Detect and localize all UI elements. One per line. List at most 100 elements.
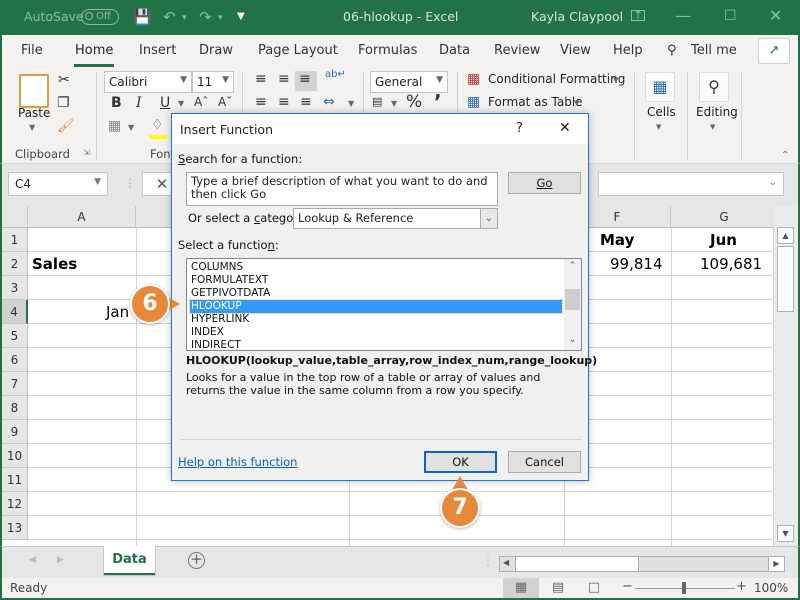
horizontal-scrollbar[interactable]: ◀ — [499, 556, 781, 572]
maximize-icon[interactable]: ☐ — [724, 8, 737, 24]
format-as-table-button[interactable]: Format as Table — [488, 95, 583, 109]
function-list[interactable]: COLUMNS FORMULATEXT GETPIVOTDATA HLOOKUP… — [186, 258, 582, 351]
normal-view-icon[interactable]: ▦ — [503, 578, 539, 598]
decrease-font-icon[interactable]: Aˇ — [218, 95, 232, 109]
row-header-4[interactable]: 4 — [2, 300, 28, 324]
row-header-8[interactable]: 8 — [2, 396, 28, 420]
tab-data[interactable]: Data — [439, 43, 470, 58]
row-header-13[interactable]: 13 — [2, 516, 28, 540]
tab-home[interactable]: Home — [73, 43, 115, 67]
borders-icon[interactable]: ▦ — [108, 118, 121, 134]
conditional-formatting-button[interactable]: Conditional Formatting — [488, 72, 625, 86]
zoom-slider-thumb[interactable] — [682, 582, 686, 594]
tell-me-input[interactable]: Tell me — [691, 43, 737, 58]
cell-f1[interactable]: May — [600, 228, 634, 252]
function-list-item[interactable]: FORMULATEXT — [190, 274, 562, 287]
editing-search-icon[interactable]: ⚲ — [699, 72, 729, 102]
tab-formulas[interactable]: Formulas — [358, 43, 417, 58]
row-header-6[interactable]: 6 — [2, 348, 28, 372]
undo-dropdown-icon[interactable]: ▾ — [182, 13, 187, 23]
align-left-icon[interactable]: ≡ — [255, 94, 267, 110]
function-list-item[interactable]: INDEX — [190, 326, 562, 339]
row-header-5[interactable]: 5 — [2, 324, 28, 348]
select-all-corner[interactable] — [2, 206, 28, 228]
ribbon-display-options-icon[interactable]: ↑ — [631, 9, 645, 21]
tab-page-layout[interactable]: Page Layout — [258, 43, 338, 58]
paste-dropdown-icon[interactable]: ▼ — [29, 123, 35, 132]
close-window-icon[interactable]: ✕ — [769, 6, 782, 25]
save-icon[interactable]: 💾 — [133, 8, 152, 26]
sheet-tab-data[interactable]: Data — [103, 546, 156, 576]
cells-dropdown-icon[interactable]: ▼ — [656, 123, 661, 131]
horizontal-scroll-thumb[interactable] — [515, 557, 639, 571]
function-list-item[interactable]: INDIRECT — [190, 339, 562, 350]
search-icon[interactable]: ⚲ — [667, 43, 677, 58]
bold-button[interactable]: B — [111, 95, 122, 111]
column-header-a[interactable]: A — [28, 206, 136, 228]
cells-icon[interactable]: ▦ — [645, 72, 675, 102]
borders-dropdown-icon[interactable]: ▼ — [128, 123, 134, 132]
name-box[interactable]: C4 ▼ — [8, 172, 108, 196]
row-header-12[interactable]: 12 — [2, 492, 28, 516]
italic-button[interactable]: I — [136, 95, 142, 111]
percent-button[interactable]: % — [406, 92, 422, 112]
merge-dropdown-icon[interactable]: ▼ — [348, 99, 354, 108]
font-name-combo[interactable]: Calibri ▼ — [104, 71, 192, 93]
column-header-b[interactable] — [136, 206, 176, 228]
prev-sheet-icon[interactable]: ◀ — [29, 555, 36, 565]
ok-button[interactable]: OK — [424, 451, 497, 473]
next-sheet-icon[interactable]: ▶ — [57, 555, 64, 565]
align-center-icon[interactable]: ≡ — [278, 94, 290, 110]
scroll-down-icon[interactable]: ▼ — [777, 525, 794, 542]
cell-g1[interactable]: Jun — [710, 228, 737, 252]
format-painter-icon[interactable]: 🖌 — [57, 118, 75, 134]
comma-button[interactable]: ’ — [434, 90, 442, 114]
tab-help[interactable]: Help — [613, 43, 643, 58]
accounting-format-icon[interactable]: ▤ — [372, 95, 382, 108]
redo-dropdown-icon[interactable]: ▾ — [218, 13, 223, 23]
editing-dropdown-icon[interactable]: ▼ — [710, 123, 715, 131]
new-sheet-icon[interactable]: + — [188, 552, 205, 569]
page-layout-view-icon[interactable]: ▤ — [540, 578, 576, 598]
editing-button[interactable]: Editing — [696, 105, 738, 119]
scroll-up-icon[interactable]: ⌃ — [564, 261, 581, 271]
minimize-icon[interactable]: — — [675, 6, 691, 25]
function-list-scroll-thumb[interactable] — [565, 289, 580, 310]
function-list-item[interactable]: COLUMNS — [190, 261, 562, 274]
scroll-down-icon[interactable]: ⌄ — [564, 335, 581, 345]
function-list-item[interactable]: GETPIVOTDATA — [190, 287, 562, 300]
function-list-item-selected[interactable]: HLOOKUP — [189, 299, 563, 314]
tab-file[interactable]: File — [21, 43, 43, 58]
row-header-3[interactable]: 3 — [2, 276, 28, 300]
wrap-text-icon[interactable]: ab↵ — [325, 69, 346, 80]
align-top-icon[interactable]: ≡ — [255, 71, 267, 87]
cell-a2[interactable]: Sales — [32, 252, 77, 276]
align-middle-icon[interactable]: ≡ — [278, 71, 290, 87]
paste-button[interactable]: Paste — [18, 106, 50, 120]
cell-g2[interactable]: 109,681 — [700, 252, 762, 276]
align-right-icon[interactable]: ≡ — [300, 94, 312, 110]
cells-button[interactable]: Cells — [647, 105, 676, 119]
increase-font-icon[interactable]: Aˆ — [194, 95, 208, 109]
function-search-input[interactable]: Type a brief description of what you wan… — [186, 172, 498, 206]
function-list-scrollbar[interactable]: ⌃ ⌄ — [564, 259, 581, 350]
category-select[interactable]: Lookup & Reference ⌄ — [293, 208, 498, 229]
cell-a4[interactable]: Jan — [106, 300, 129, 324]
zoom-in-icon[interactable]: + — [736, 579, 747, 594]
share-button[interactable]: ↗ — [758, 38, 790, 64]
help-on-function-link[interactable]: Help on this function — [178, 455, 297, 469]
redo-icon[interactable]: ↷ — [199, 8, 212, 26]
column-header-g[interactable]: G — [671, 206, 778, 228]
vertical-scroll-thumb[interactable] — [777, 246, 794, 312]
row-header-1[interactable]: 1 — [2, 228, 28, 252]
cancel-button[interactable]: Cancel — [508, 451, 581, 473]
scroll-right-icon[interactable]: ▶ — [768, 556, 785, 572]
chevron-down-icon[interactable]: ⌄ — [480, 209, 497, 228]
function-list-item[interactable]: HYPERLINK — [190, 313, 562, 326]
undo-icon[interactable]: ↶ — [163, 8, 176, 26]
align-bottom-button[interactable]: ≡ — [295, 71, 317, 91]
vertical-scrollbar[interactable]: ▲ ▼ — [774, 206, 798, 546]
collapse-ribbon-icon[interactable]: ⌃ — [781, 150, 789, 161]
tab-review[interactable]: Review — [494, 43, 540, 58]
row-header-10[interactable]: 10 — [2, 444, 28, 468]
